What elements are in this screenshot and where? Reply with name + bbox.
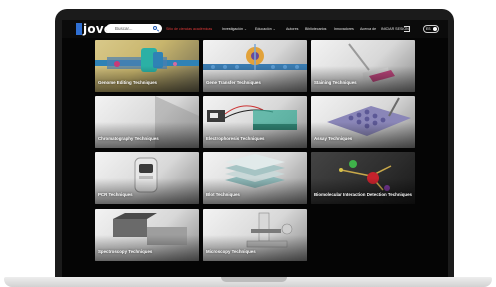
card-blot[interactable]: Blot Techniques — [203, 152, 307, 204]
card-title: Assay Techniques — [314, 136, 353, 141]
nav-education-label: Educación — [255, 27, 272, 31]
card-shade — [95, 178, 199, 204]
card-shade — [203, 178, 307, 204]
card-shade — [203, 66, 307, 92]
card-title: Genome Editing Techniques — [98, 80, 157, 85]
card-title: Blot Techniques — [206, 192, 240, 197]
card-title: PCR Techniques — [98, 192, 133, 197]
card-pcr[interactable]: PCR Techniques — [95, 152, 199, 204]
logo-mark — [76, 23, 82, 35]
card-biomolecular-interaction[interactable]: Biomolecular Interaction Detection Techn… — [311, 152, 415, 204]
card-shade — [311, 66, 415, 92]
card-assay[interactable]: Assay Techniques — [311, 96, 415, 148]
stage: jove Buscar... Sitio de ciencias académi… — [0, 0, 496, 287]
card-title: Electrophoresis Techniques — [206, 136, 265, 141]
card-title: Gene Transfer Techniques — [206, 80, 261, 85]
nav-research-label: Investigación — [222, 27, 243, 31]
nav-librarians[interactable]: Bibliotecarios — [305, 20, 326, 38]
card-shade — [95, 66, 199, 92]
chevron-down-icon: ⌄ — [272, 27, 276, 31]
card-spectroscopy[interactable]: Spectroscopy Techniques — [95, 209, 199, 261]
card-shade — [311, 178, 415, 204]
login-icon[interactable] — [404, 26, 410, 32]
card-chromatography[interactable]: Chromatography Techniques — [95, 96, 199, 148]
nav-innovators[interactable]: Innovadores — [334, 20, 354, 38]
nav-authors[interactable]: Autores — [286, 20, 298, 38]
card-shade — [311, 122, 415, 148]
card-title: Chromatography Techniques — [98, 136, 159, 141]
card-genome-editing[interactable]: Genome Editing Techniques — [95, 40, 199, 92]
search-icon[interactable] — [153, 26, 157, 30]
card-electrophoresis[interactable]: Electrophoresis Techniques — [203, 96, 307, 148]
chevron-down-icon: ⌄ — [243, 27, 247, 31]
laptop-notch — [221, 277, 287, 282]
nav-about[interactable]: Acerca de — [360, 20, 376, 38]
search-placeholder: Buscar... — [115, 26, 133, 31]
card-title: Microscopy Techniques — [206, 249, 256, 254]
card-title: Biomolecular Interaction Detection Techn… — [314, 192, 412, 197]
search-input[interactable]: Buscar... — [106, 24, 162, 33]
card-shade — [203, 235, 307, 261]
nav-research[interactable]: Investigación⌄ — [222, 20, 247, 38]
card-shade — [95, 122, 199, 148]
nav-education[interactable]: Educación⌄ — [255, 20, 276, 38]
card-gene-transfer[interactable]: Gene Transfer Techniques — [203, 40, 307, 92]
card-shade — [95, 235, 199, 261]
card-title: Staining Techniques — [314, 80, 357, 85]
card-microscopy[interactable]: Microscopy Techniques — [203, 209, 307, 261]
top-navigation-bar: jove Buscar... Sitio de ciencias académi… — [62, 20, 448, 38]
card-shade — [203, 122, 307, 148]
language-label: ES — [426, 27, 431, 31]
card-staining[interactable]: Staining Techniques — [311, 40, 415, 92]
language-toggle[interactable]: ES — [423, 25, 439, 33]
toggle-knob — [433, 27, 437, 31]
laptop-screen: jove Buscar... Sitio de ciencias académi… — [62, 20, 448, 277]
card-title: Spectroscopy Techniques — [98, 249, 153, 254]
nav-academic-site[interactable]: Sitio de ciencias académicas — [166, 20, 212, 38]
